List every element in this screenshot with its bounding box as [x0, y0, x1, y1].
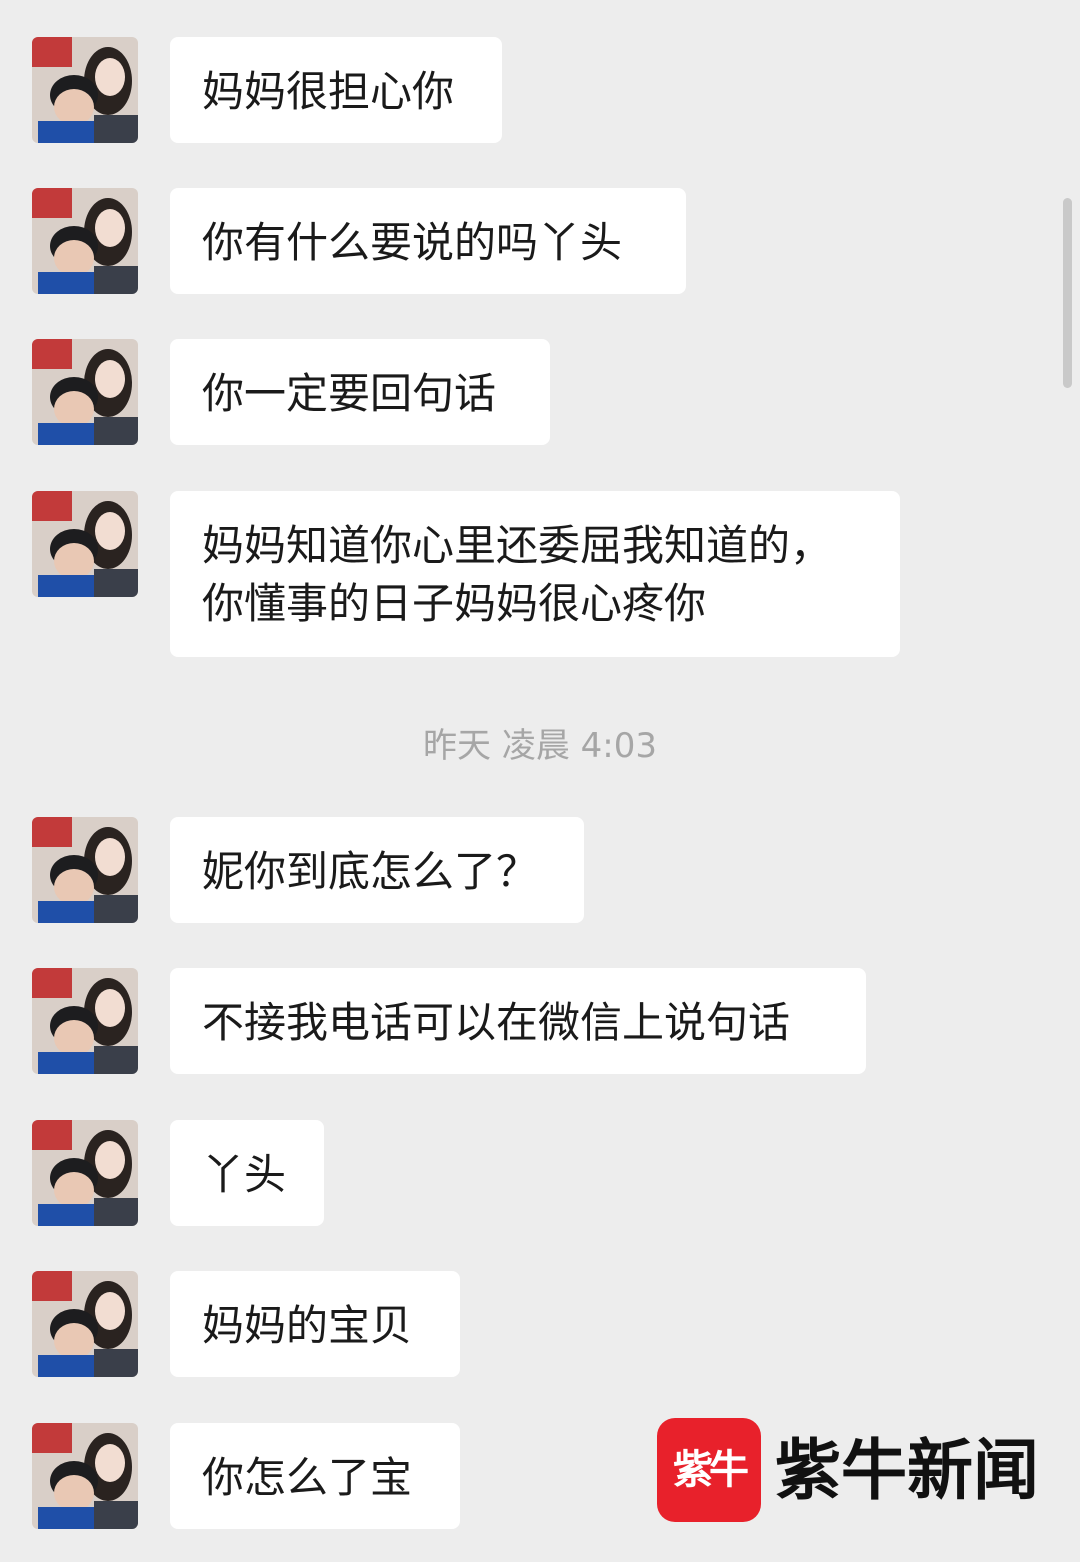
- watermark: 紫牛 紫牛新闻: [657, 1418, 1057, 1522]
- message-text: 丫头: [202, 1150, 287, 1199]
- avatar[interactable]: [32, 339, 138, 445]
- chat-area[interactable]: 妈妈很担心你 你有什么要说的吗丫头 你一定要回句话 妈妈知道你心里还委屈我知道的…: [0, 0, 1080, 1562]
- watermark-text: 紫牛新闻: [775, 1431, 1039, 1509]
- message-text-line-2: 你懂事的日子妈妈很心疼你: [202, 579, 707, 628]
- message-bubble[interactable]: 丫头: [170, 1120, 324, 1226]
- avatar[interactable]: [32, 1120, 138, 1226]
- message-text: 不接我电话可以在微信上说句话: [202, 998, 791, 1047]
- message-bubble[interactable]: 不接我电话可以在微信上说句话: [170, 968, 866, 1074]
- message-text: 你怎么了宝: [202, 1453, 413, 1502]
- message-bubble[interactable]: 妈妈很担心你: [170, 37, 502, 143]
- avatar[interactable]: [32, 188, 138, 294]
- avatar[interactable]: [32, 1423, 138, 1529]
- avatar[interactable]: [32, 491, 138, 597]
- message-bubble[interactable]: 你怎么了宝: [170, 1423, 460, 1529]
- avatar[interactable]: [32, 968, 138, 1074]
- message-bubble[interactable]: 妈妈知道你心里还委屈我知道的， 你懂事的日子妈妈很心疼你: [170, 491, 900, 657]
- message-text: 你一定要回句话: [202, 369, 497, 418]
- message-bubble[interactable]: 妮你到底怎么了？: [170, 817, 584, 923]
- message-bubble[interactable]: 妈妈的宝贝: [170, 1271, 460, 1377]
- message-text: 妮你到底怎么了？: [202, 847, 539, 896]
- message-text: 你有什么要说的吗丫头: [202, 218, 623, 267]
- scrollbar[interactable]: [1063, 198, 1072, 388]
- message-text: 妈妈很担心你: [202, 67, 455, 116]
- avatar[interactable]: [32, 1271, 138, 1377]
- avatar[interactable]: [32, 37, 138, 143]
- avatar[interactable]: [32, 817, 138, 923]
- watermark-logo: 紫牛: [657, 1418, 761, 1522]
- message-bubble[interactable]: 你有什么要说的吗丫头: [170, 188, 686, 294]
- message-text: 妈妈的宝贝: [202, 1301, 413, 1350]
- message-bubble[interactable]: 你一定要回句话: [170, 339, 550, 445]
- timestamp: 昨天 凌晨 4:03: [423, 726, 657, 766]
- message-text: 妈妈知道你心里还委屈我知道的，: [202, 521, 833, 570]
